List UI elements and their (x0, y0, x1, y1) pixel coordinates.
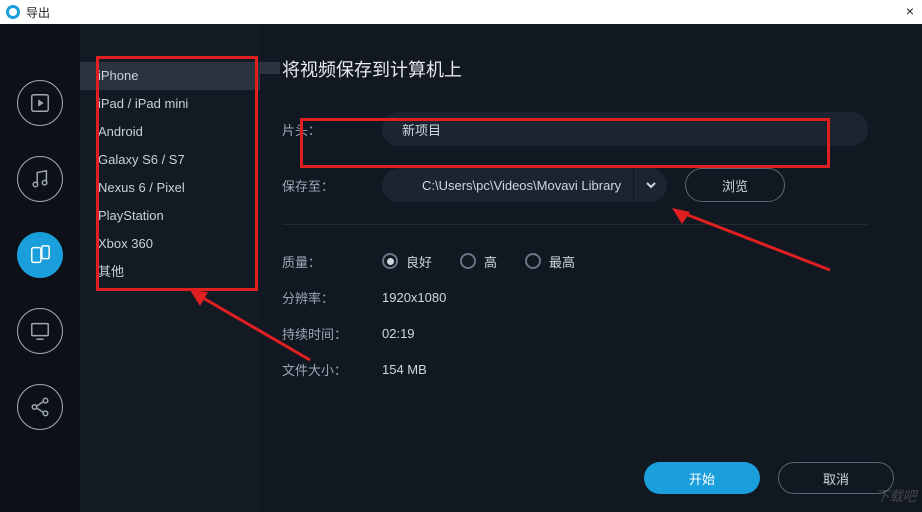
radio-icon (382, 253, 398, 269)
save-path-dropdown[interactable] (633, 168, 667, 202)
divider (282, 224, 868, 225)
device-item--[interactable]: 其他 (80, 258, 260, 286)
device-item-iphone[interactable]: iPhone (80, 62, 260, 90)
share-icon (29, 396, 51, 418)
quality-option-1[interactable]: 高 (460, 252, 497, 271)
title-row: 片头： (282, 112, 868, 146)
watermark: 下载吧 (876, 486, 917, 506)
play-icon (29, 92, 51, 114)
rail-audio-button[interactable] (17, 156, 63, 202)
filesize-label: 文件大小： (282, 360, 382, 379)
radio-icon (525, 253, 541, 269)
resolution-value: 1920x1080 (382, 290, 446, 305)
titlebar: 导出 × (0, 0, 922, 24)
rail-share-button[interactable] (17, 384, 63, 430)
device-item-ipad-ipad-mini[interactable]: iPad / iPad mini (80, 90, 260, 118)
quality-option-label: 最高 (549, 252, 575, 271)
start-button[interactable]: 开始 (644, 462, 760, 494)
quality-option-2[interactable]: 最高 (525, 252, 575, 271)
quality-option-0[interactable]: 良好 (382, 252, 432, 271)
resolution-row: 分辨率： 1920x1080 (282, 279, 868, 315)
page-title: 将视频保存到计算机上 (282, 56, 868, 82)
title-input[interactable] (382, 112, 868, 146)
close-button[interactable]: × (906, 3, 914, 19)
rail-video-button[interactable] (17, 80, 63, 126)
radio-icon (460, 253, 476, 269)
rail-device-button[interactable] (17, 232, 63, 278)
title-label: 片头： (282, 120, 382, 139)
duration-row: 持续时间： 02:19 (282, 315, 868, 351)
filesize-row: 文件大小： 154 MB (282, 351, 868, 387)
device-icon (29, 244, 51, 266)
save-path-field[interactable]: C:\Users\pc\Videos\Movavi Library (382, 168, 667, 202)
duration-value: 02:19 (382, 326, 415, 341)
save-to-row: 保存至： C:\Users\pc\Videos\Movavi Library 浏… (282, 168, 868, 202)
save-to-label: 保存至： (282, 176, 382, 195)
chevron-down-icon (646, 180, 656, 190)
quality-row: 质量： 良好 高 最高 (282, 243, 868, 279)
quality-option-label: 良好 (406, 252, 432, 271)
duration-label: 持续时间： (282, 324, 382, 343)
quality-label: 质量： (282, 252, 382, 271)
window-title: 导出 (26, 4, 50, 21)
quality-option-label: 高 (484, 252, 497, 271)
device-item-android[interactable]: Android (80, 118, 260, 146)
device-item-xbox-360[interactable]: Xbox 360 (80, 230, 260, 258)
monitor-icon (29, 320, 51, 342)
device-item-nexus-6-pixel[interactable]: Nexus 6 / Pixel (80, 174, 260, 202)
resolution-label: 分辨率： (282, 288, 382, 307)
app-icon (6, 5, 20, 19)
device-item-galaxy-s6-s7[interactable]: Galaxy S6 / S7 (80, 146, 260, 174)
footer-buttons: 开始 取消 (644, 462, 894, 494)
device-item-playstation[interactable]: PlayStation (80, 202, 260, 230)
rail-tv-button[interactable] (17, 308, 63, 354)
browse-button[interactable]: 浏览 (685, 168, 785, 202)
music-icon (29, 168, 51, 190)
save-path-value: C:\Users\pc\Videos\Movavi Library (422, 178, 621, 193)
device-list-pane: iPhoneiPad / iPad miniAndroidGalaxy S6 /… (80, 24, 260, 512)
filesize-value: 154 MB (382, 362, 427, 377)
sidebar-rail (0, 24, 80, 512)
main-panel: 将视频保存到计算机上 片头： 保存至： C:\Users\pc\Videos\M… (260, 24, 922, 512)
